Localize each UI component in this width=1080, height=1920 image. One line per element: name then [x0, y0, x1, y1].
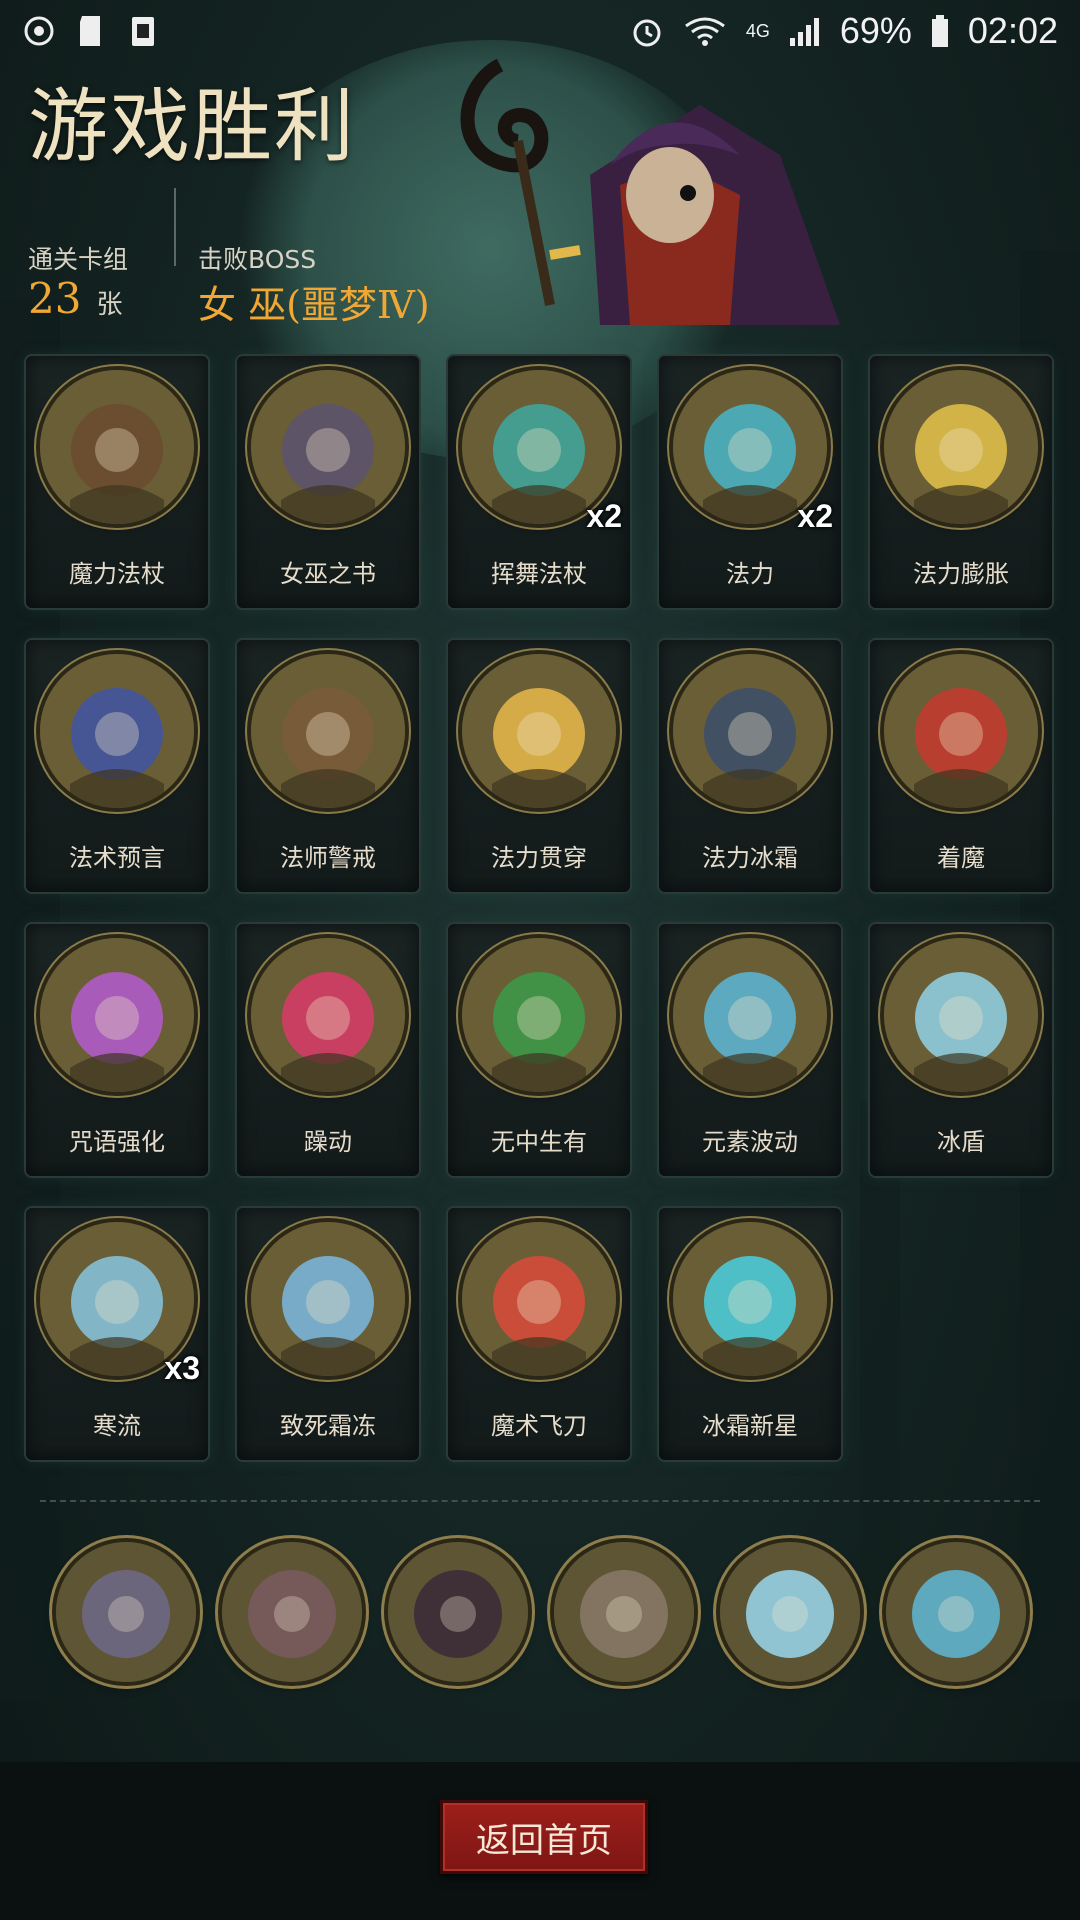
card-count-badge: x2	[797, 498, 833, 534]
power-saving-icon	[22, 14, 56, 48]
clown-juggler-icon	[462, 1222, 616, 1376]
card-item[interactable]: 魔力法杖	[26, 356, 208, 608]
boss-name: 女 巫(噩梦Ⅳ)	[198, 283, 430, 327]
card-name: 无中生有	[491, 1128, 587, 1156]
card-count-badge: x3	[164, 1350, 200, 1386]
hooded-mage-icon	[251, 654, 405, 808]
deck-count: 23	[28, 274, 82, 323]
frenzy-icon	[251, 938, 405, 1092]
frost-nova-icon	[673, 1222, 827, 1376]
card-item[interactable]: 躁动	[237, 924, 419, 1176]
card-name: 咒语强化	[69, 1128, 165, 1156]
card-name: 冰霜新星	[702, 1412, 798, 1440]
summon-box-icon	[462, 938, 616, 1092]
lightning-figure-icon	[884, 370, 1038, 524]
hand-cards-relic-icon[interactable]	[222, 1542, 362, 1682]
card-name: 元素波动	[702, 1128, 798, 1156]
card-name: 冰盾	[937, 1128, 985, 1156]
red-book-relic-icon[interactable]	[388, 1542, 528, 1682]
card-item[interactable]: 着魔	[870, 640, 1052, 892]
rune-crystals-icon	[40, 938, 194, 1092]
deck-label: 通关卡组	[28, 245, 129, 274]
section-divider	[40, 1500, 1040, 1502]
card-item[interactable]: 法力 x2	[659, 356, 841, 608]
card-item[interactable]: 致死霜冻	[237, 1208, 419, 1460]
card-item[interactable]: 法力贯穿	[448, 640, 630, 892]
witch-boss-illustration	[440, 45, 860, 335]
network-type: 4G	[745, 20, 770, 41]
card-name: 致死霜冻	[280, 1412, 376, 1440]
frozen-skeleton-icon	[251, 1222, 405, 1376]
wifi-icon	[682, 14, 728, 48]
card-name: 法力冰霜	[702, 844, 798, 872]
card-item[interactable]: 魔术飞刀	[448, 1208, 630, 1460]
card-count-badge: x2	[586, 498, 622, 534]
card-name: 魔力法杖	[69, 560, 165, 588]
card-deck-relic-icon[interactable]	[56, 1542, 196, 1682]
card-name: 法力贯穿	[491, 844, 587, 872]
app-notification-icon	[126, 14, 160, 48]
return-home-button[interactable]: 返回首页	[440, 1800, 648, 1874]
card-item[interactable]: 寒流 x3	[26, 1208, 208, 1460]
battery-icon	[930, 14, 950, 48]
card-item[interactable]: 冰霜新星	[659, 1208, 841, 1460]
card-item[interactable]: 法力膨胀	[870, 356, 1052, 608]
shield-pierce-icon	[462, 654, 616, 808]
card-name: 法师警戒	[280, 844, 376, 872]
card-name: 魔术飞刀	[491, 1412, 587, 1440]
stat-divider	[174, 188, 176, 266]
card-item[interactable]: 冰盾	[870, 924, 1052, 1176]
deck-unit: 张	[96, 290, 123, 320]
card-item[interactable]: 法术预言	[26, 640, 208, 892]
card-item[interactable]: 无中生有	[448, 924, 630, 1176]
deck-count-row: 23 张	[28, 274, 123, 323]
card-name: 女巫之书	[280, 560, 376, 588]
card-name: 挥舞法杖	[491, 560, 587, 588]
card-item[interactable]: 挥舞法杖 x2	[448, 356, 630, 608]
card-item[interactable]: 法力冰霜	[659, 640, 841, 892]
crossed-staffs-relic-icon[interactable]	[720, 1542, 860, 1682]
card-name: 着魔	[937, 844, 985, 872]
sd-card-icon	[74, 14, 108, 48]
card-item[interactable]: 咒语强化	[26, 924, 208, 1176]
boss-label: 击败BOSS	[198, 245, 317, 274]
skull-book-icon	[251, 370, 405, 524]
element-wave-icon	[673, 938, 827, 1092]
card-item[interactable]: 女巫之书	[237, 356, 419, 608]
frost-hands-icon	[673, 654, 827, 808]
card-name: 躁动	[304, 1128, 352, 1156]
page-title: 游戏胜利	[28, 80, 356, 173]
card-name: 法术预言	[69, 844, 165, 872]
ice-golem-relic-icon[interactable]	[886, 1542, 1026, 1682]
crystal-ball-icon	[40, 654, 194, 808]
card-item[interactable]: 法师警戒	[237, 640, 419, 892]
clock: 02:02	[967, 10, 1058, 51]
card-name: 寒流	[93, 1412, 141, 1440]
card-item[interactable]: 元素波动	[659, 924, 841, 1176]
signal-icon	[788, 14, 822, 48]
staff-icon	[40, 370, 194, 524]
old-man-relic-icon[interactable]	[554, 1542, 694, 1682]
alarm-icon	[630, 14, 664, 48]
card-name: 法力	[726, 560, 774, 588]
ice-shield-wizard-icon	[884, 938, 1038, 1092]
possessed-man-icon	[884, 654, 1038, 808]
card-name: 法力膨胀	[913, 560, 1009, 588]
